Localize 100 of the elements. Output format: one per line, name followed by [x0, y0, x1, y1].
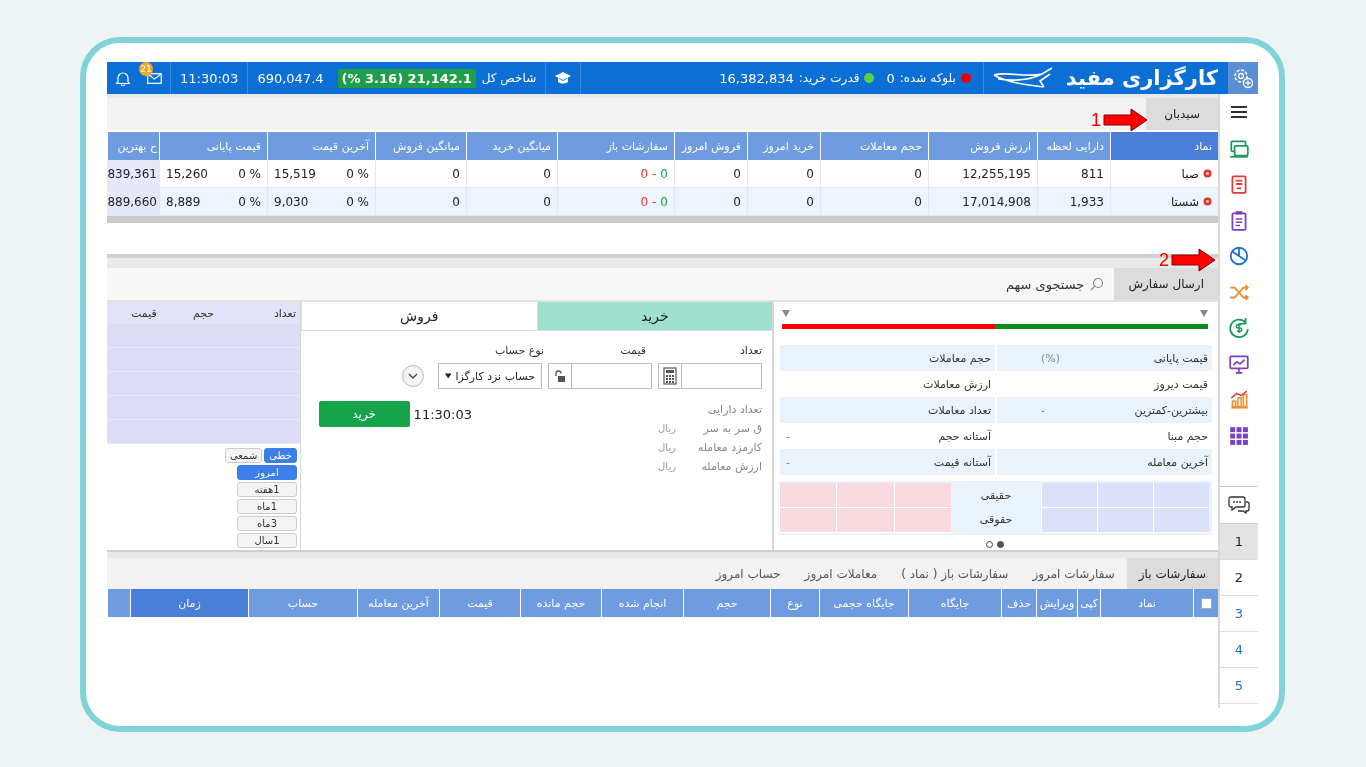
table-cell: 0 [660, 166, 668, 181]
orders-tab[interactable]: سفارشات باز ( نماد ) [889, 558, 1021, 589]
column-header[interactable]: قیمت [439, 589, 520, 617]
range-button[interactable]: امروز [237, 465, 297, 480]
column-header[interactable]: نماد [1100, 589, 1193, 617]
monitor-chart-icon[interactable] [1228, 353, 1250, 375]
info-value: - [1041, 403, 1045, 417]
calculator-icon[interactable] [663, 367, 677, 385]
unit-label: ریال [658, 442, 676, 453]
field-label: قیمت [619, 343, 647, 357]
chart-type-button[interactable]: خطی [264, 448, 297, 463]
pie-chart-icon[interactable] [1228, 245, 1250, 267]
column-header[interactable]: حجم مانده [520, 589, 601, 617]
index-label: شاخص کل [481, 71, 537, 85]
buying-power-label: قدرت خرید: [798, 71, 860, 85]
range-button[interactable]: 1سال [237, 533, 297, 548]
column-header[interactable]: سفارشات باز [557, 132, 674, 160]
watchlist-tab[interactable]: سبدبان [1146, 98, 1218, 130]
column-header[interactable]: کپی [1077, 589, 1100, 617]
search-field[interactable]: جستجوی سهم [107, 268, 1115, 300]
bell-icon [116, 70, 130, 86]
order-tab[interactable]: ارسال سفارش [1114, 268, 1218, 300]
status-dot-icon [1203, 169, 1212, 178]
column-header[interactable]: فروش امروز [674, 132, 747, 160]
search-input[interactable]: جستجوی سهم [107, 270, 1085, 298]
range-button[interactable]: 1هفته [237, 482, 297, 497]
column-header[interactable]: حذف [1001, 589, 1036, 617]
column-header[interactable]: آخرین قیمت [267, 132, 375, 160]
blocked-label: بلوکه شده: [899, 71, 956, 85]
select-all-checkbox[interactable] [1200, 597, 1212, 609]
status-dot [960, 73, 971, 83]
side-tab[interactable]: خرید [536, 302, 772, 330]
info-label: ارزش معاملات [923, 377, 991, 391]
column-header[interactable]: دارایی لحظه [1037, 132, 1110, 160]
column-header[interactable]: میانگین خرید [466, 132, 557, 160]
bar-chart-icon[interactable] [1228, 389, 1250, 411]
info-label: قیمت پایانی [1153, 351, 1208, 365]
column-header[interactable]: میانگین فروش [375, 132, 466, 160]
range-button[interactable]: 1ماه [237, 499, 297, 514]
messages-button[interactable]: 21 [139, 62, 170, 94]
column-header[interactable]: زمان [130, 589, 248, 617]
table-cell: 0 % [346, 166, 369, 181]
column-header[interactable]: قیمت پایانی [159, 132, 267, 160]
column-header[interactable]: آخرین معامله [357, 589, 439, 617]
index-change: (% 3.16) 21,142.1 [337, 68, 476, 88]
triangle-icon [782, 310, 790, 317]
dollar-cycle-icon[interactable] [1228, 317, 1250, 339]
info-label: حجم معاملات [928, 351, 991, 365]
column-header[interactable]: ویرایش [1036, 589, 1077, 617]
scrollbar[interactable] [107, 216, 1218, 223]
triangle-icon [1200, 310, 1208, 317]
range-button[interactable]: 3ماه [237, 516, 297, 531]
account-select[interactable]: حساب نزد کارگزا [438, 363, 542, 389]
info-label: قیمت دیروز [1154, 377, 1208, 391]
chart-type-button[interactable]: شمعی [224, 448, 263, 463]
arrow-icon [1103, 108, 1149, 132]
column-header[interactable]: نوع [770, 589, 819, 617]
clock-time: 11:30:03 [179, 69, 240, 88]
table-cell: صبا [1181, 166, 1199, 181]
orders-tab[interactable]: سفارشات امروز [1020, 558, 1127, 589]
quantity-field[interactable] [658, 363, 762, 389]
grid-icon[interactable] [1228, 425, 1250, 447]
chat-icon[interactable] [1228, 495, 1250, 515]
workspace-tab[interactable]: 1 [1220, 524, 1258, 560]
orders-tab[interactable]: سفارشات باز [1126, 558, 1218, 589]
index-value: 690,047.4 [257, 70, 324, 86]
column-header[interactable]: انجام شده [601, 589, 683, 617]
orders-tab[interactable]: معاملات امروز [792, 558, 890, 589]
table-cell: 0 % [238, 166, 261, 181]
unlock-icon[interactable] [554, 369, 566, 383]
column-header[interactable]: ارزش فروش [928, 132, 1037, 160]
field-label: تعداد [738, 343, 762, 357]
buy-button[interactable]: خرید [318, 401, 410, 427]
graduation-cap-icon [555, 71, 572, 85]
column-header[interactable]: خرید امروز [747, 132, 820, 160]
logo-text: کارگزاری مفید [1065, 66, 1218, 90]
field-label: نوع حساب [494, 343, 544, 357]
status-dot-icon [1203, 197, 1212, 206]
info-label: آخرین معامله [1147, 455, 1208, 469]
info-label: حجم مبنا [1167, 429, 1208, 443]
column-header[interactable]: حجم معاملات [820, 132, 928, 160]
pager-dot[interactable] [986, 541, 993, 548]
chevron-icon [408, 373, 418, 379]
pager-dot[interactable] [997, 541, 1004, 548]
table-cell: 0 [640, 166, 648, 181]
column-header[interactable]: نماد [1110, 132, 1218, 160]
step-number: 2 [1159, 249, 1169, 271]
table-cell: 0 % [238, 194, 261, 209]
column-header[interactable]: جایگاه [908, 589, 1001, 617]
info-label: بیشترین-کمترین [1134, 403, 1208, 417]
envelope-icon [147, 72, 162, 84]
column-header[interactable]: جایگاه حجمی [819, 589, 908, 617]
expand-button[interactable] [402, 365, 424, 387]
column-header[interactable]: حجم [683, 589, 770, 617]
orders-tab[interactable]: حساب امروز [703, 558, 793, 589]
shareholder-label: حقیقی [979, 487, 1013, 504]
step-number: 1 [1091, 109, 1101, 131]
summary-label: ق سر به سر [702, 422, 762, 435]
table-cell: 0 [640, 194, 648, 209]
price-field[interactable] [548, 363, 652, 389]
